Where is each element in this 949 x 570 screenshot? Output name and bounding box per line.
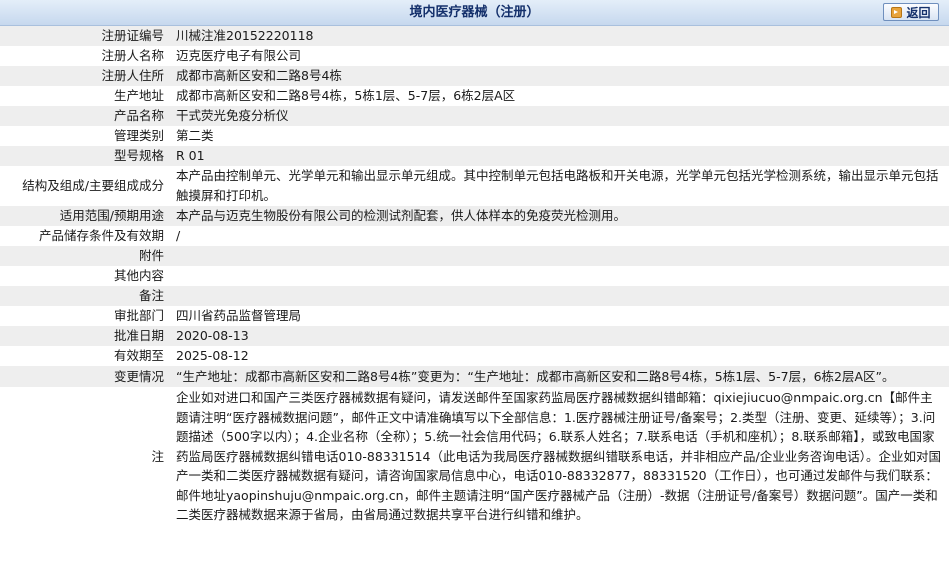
- table-row: 管理类别 第二类: [0, 126, 949, 146]
- field-label: 适用范围/预期用途: [0, 206, 168, 226]
- table-row: 注 企业如对进口和国产三类医疗器械数据有疑问，请发送邮件至国家药监局医疗器械数据…: [0, 387, 949, 527]
- table-row: 注册证编号 川械注准20152220118: [0, 26, 949, 46]
- field-label: 结构及组成/主要组成成分: [0, 166, 168, 206]
- field-value: [168, 286, 949, 306]
- table-row: 备注: [0, 286, 949, 306]
- field-value: 成都市高新区安和二路8号4栋: [168, 66, 949, 86]
- field-value: 川械注准20152220118: [168, 26, 949, 46]
- table-row: 其他内容: [0, 266, 949, 286]
- field-value: 迈克医疗电子有限公司: [168, 46, 949, 66]
- field-label: 管理类别: [0, 126, 168, 146]
- field-value: 2025-08-12: [168, 346, 949, 366]
- table-row: 变更情况 “生产地址：成都市高新区安和二路8号4栋”变更为：“生产地址：成都市高…: [0, 366, 949, 387]
- table-row: 生产地址 成都市高新区安和二路8号4栋，5栋1层、5-7层，6栋2层A区: [0, 86, 949, 106]
- field-value: 2020-08-13: [168, 326, 949, 346]
- field-label: 审批部门: [0, 306, 168, 326]
- title-bar: 境内医疗器械（注册） 返回: [0, 0, 949, 26]
- field-value: R 01: [168, 146, 949, 166]
- field-label: 其他内容: [0, 266, 168, 286]
- field-value: 四川省药品监督管理局: [168, 306, 949, 326]
- table-row: 适用范围/预期用途 本产品与迈克生物股份有限公司的检测试剂配套，供人体样本的免疫…: [0, 206, 949, 226]
- table-row: 附件: [0, 246, 949, 266]
- field-label: 批准日期: [0, 326, 168, 346]
- back-button[interactable]: 返回: [883, 3, 939, 21]
- page-title: 境内医疗器械（注册）: [409, 5, 540, 20]
- table-row: 结构及组成/主要组成成分 本产品由控制单元、光学单元和输出显示单元组成。其中控制…: [0, 166, 949, 206]
- field-value: 第二类: [168, 126, 949, 146]
- field-value: 本产品由控制单元、光学单元和输出显示单元组成。其中控制单元包括电路板和开关电源，…: [168, 166, 949, 206]
- field-label: 注册人名称: [0, 46, 168, 66]
- field-label: 备注: [0, 286, 168, 306]
- table-row: 审批部门 四川省药品监督管理局: [0, 306, 949, 326]
- table-row: 批准日期 2020-08-13: [0, 326, 949, 346]
- field-label: 产品储存条件及有效期: [0, 226, 168, 246]
- detail-table: 注册证编号 川械注准20152220118 注册人名称 迈克医疗电子有限公司 注…: [0, 26, 949, 527]
- table-row: 有效期至 2025-08-12: [0, 346, 949, 366]
- field-value: “生产地址：成都市高新区安和二路8号4栋”变更为：“生产地址：成都市高新区安和二…: [168, 366, 949, 387]
- field-label: 附件: [0, 246, 168, 266]
- field-label: 注册证编号: [0, 26, 168, 46]
- field-label: 注: [0, 387, 168, 527]
- field-label: 型号规格: [0, 146, 168, 166]
- field-value: 成都市高新区安和二路8号4栋，5栋1层、5-7层，6栋2层A区: [168, 86, 949, 106]
- field-label: 注册人住所: [0, 66, 168, 86]
- table-row: 注册人住所 成都市高新区安和二路8号4栋: [0, 66, 949, 86]
- field-value: 干式荧光免疫分析仪: [168, 106, 949, 126]
- table-row: 注册人名称 迈克医疗电子有限公司: [0, 46, 949, 66]
- field-value: /: [168, 226, 949, 246]
- field-value: 本产品与迈克生物股份有限公司的检测试剂配套，供人体样本的免疫荧光检测用。: [168, 206, 949, 226]
- field-label: 有效期至: [0, 346, 168, 366]
- field-value: [168, 266, 949, 286]
- back-button-label: 返回: [906, 5, 931, 20]
- table-row: 产品名称 干式荧光免疫分析仪: [0, 106, 949, 126]
- back-arrow-icon: [891, 6, 903, 18]
- table-row: 产品储存条件及有效期 /: [0, 226, 949, 246]
- table-row: 型号规格 R 01: [0, 146, 949, 166]
- field-label: 生产地址: [0, 86, 168, 106]
- field-value: [168, 246, 949, 266]
- notice-text: 企业如对进口和国产三类医疗器械数据有疑问，请发送邮件至国家药监局医疗器械数据纠错…: [168, 387, 949, 527]
- field-label: 变更情况: [0, 366, 168, 387]
- field-label: 产品名称: [0, 106, 168, 126]
